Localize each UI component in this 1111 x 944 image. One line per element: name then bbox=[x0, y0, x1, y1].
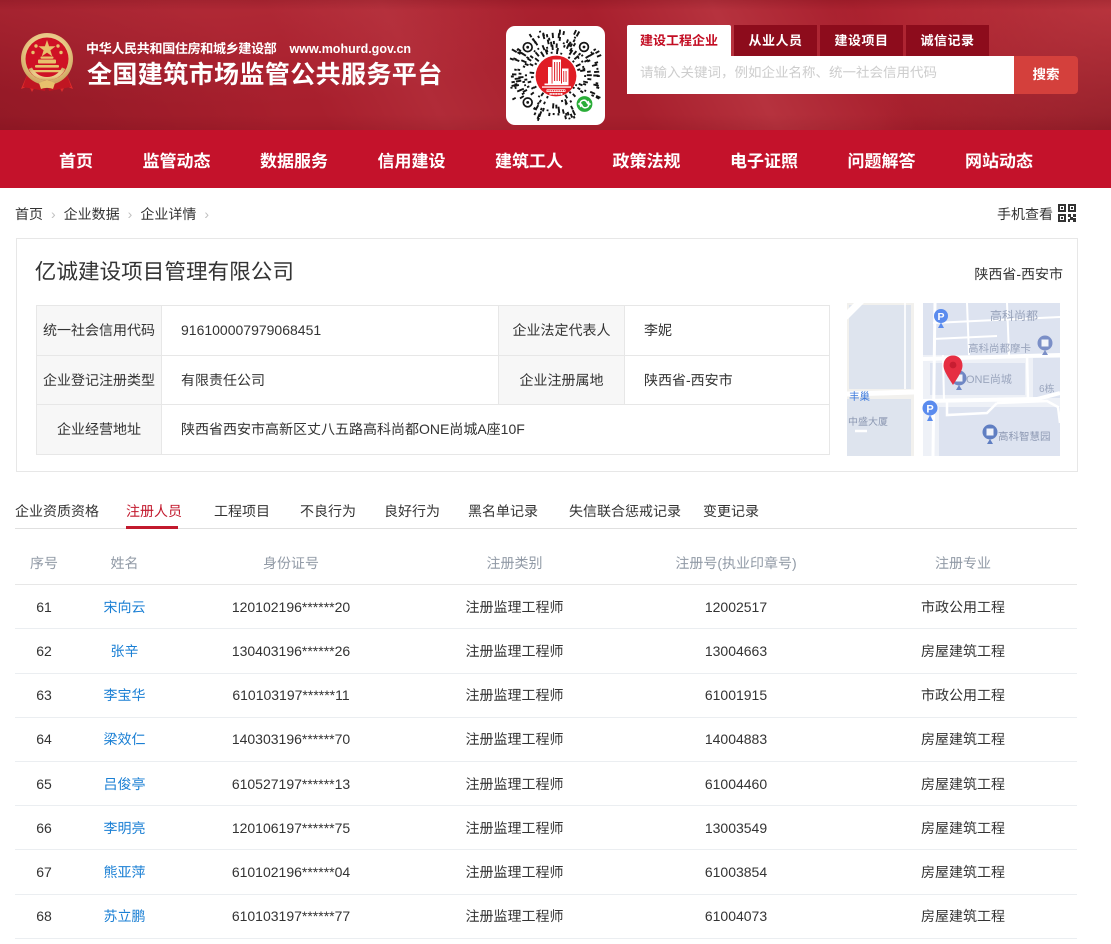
svg-text:高科尚都摩卡: 高科尚都摩卡 bbox=[968, 343, 1031, 355]
svg-text:P: P bbox=[937, 311, 944, 323]
svg-text:高科尚都: 高科尚都 bbox=[990, 309, 1038, 323]
svg-text:P: P bbox=[926, 404, 933, 416]
svg-text:中盛大厦: 中盛大厦 bbox=[848, 416, 888, 428]
svg-text:6栋: 6栋 bbox=[1039, 383, 1055, 395]
svg-text:丰巢: 丰巢 bbox=[849, 391, 870, 403]
svg-text:ONE尚城: ONE尚城 bbox=[966, 373, 1012, 386]
svg-text:高科智慧园: 高科智慧园 bbox=[998, 431, 1051, 443]
